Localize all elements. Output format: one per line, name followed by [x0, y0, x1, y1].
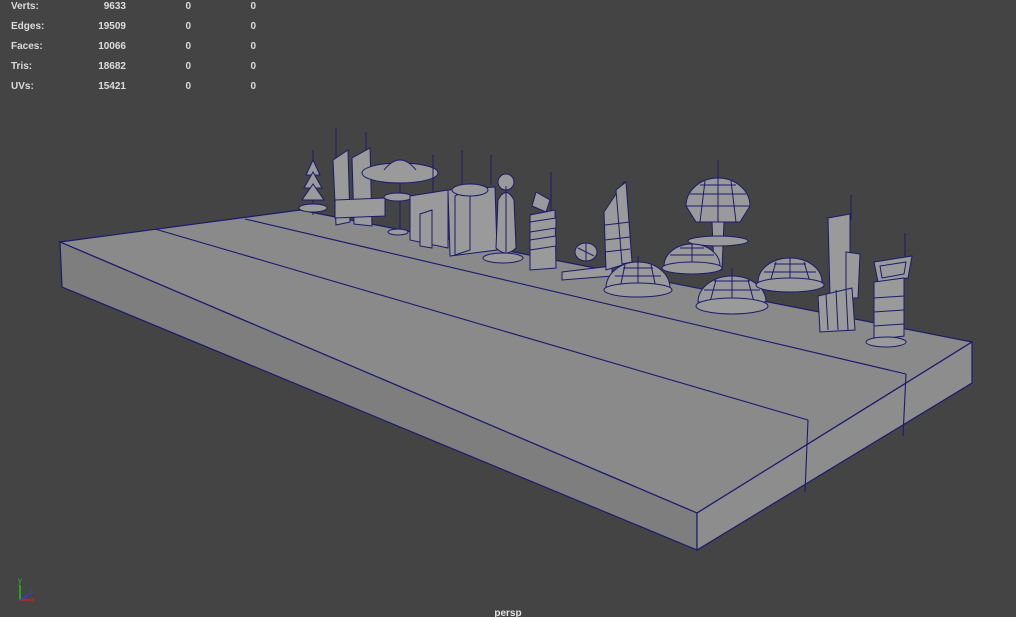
stepped-tower[interactable]: [529, 172, 557, 271]
pagoda-tower[interactable]: [298, 150, 328, 215]
hud-selected: 0: [185, 41, 191, 52]
axis-z-label: z: [29, 588, 33, 597]
hud-total: 10066: [98, 41, 126, 52]
view-axis-icon: y x z: [14, 576, 44, 606]
camera-name-label: persp: [494, 608, 522, 617]
dome-right[interactable]: [755, 257, 825, 293]
slanted-tower[interactable]: [603, 181, 633, 271]
hud-total: 15421: [98, 81, 126, 92]
hud-total: 9633: [103, 1, 126, 12]
hud-total: 18682: [98, 61, 126, 72]
hud-label: UVs:: [11, 81, 34, 92]
perspective-viewport[interactable]: Verts: 9633 0 0 Edges: 19509 0 0 Faces: …: [0, 0, 1016, 617]
hud-total: 19509: [98, 21, 126, 32]
hud-component: 0: [250, 61, 256, 72]
hud-component: 0: [250, 21, 256, 32]
tall-right-tower[interactable]: [817, 195, 861, 333]
hud-label: Tris:: [11, 61, 33, 72]
hud-label: Faces:: [11, 41, 43, 52]
hud-label: Edges:: [11, 21, 45, 32]
axis-y-label: y: [18, 576, 22, 585]
dome-front[interactable]: [695, 268, 769, 315]
hud-selected: 0: [185, 61, 191, 72]
hud-selected: 0: [185, 21, 191, 32]
hud-component: 0: [250, 1, 256, 12]
globe-sculpture[interactable]: [561, 242, 613, 281]
hud-component: 0: [250, 41, 256, 52]
hud-component: 0: [250, 81, 256, 92]
hud-label: Verts:: [11, 1, 39, 12]
hud-selected: 0: [185, 1, 191, 12]
hud-selected: 0: [185, 81, 191, 92]
